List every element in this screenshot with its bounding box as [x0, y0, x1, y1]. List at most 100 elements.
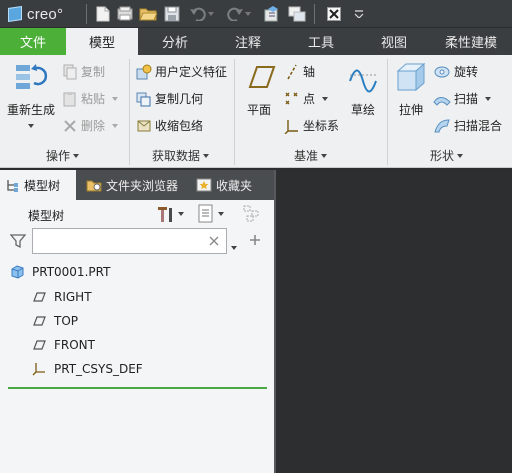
regenerate-dropdown-icon[interactable] [28, 124, 34, 128]
shapes-group-text: 形状 [430, 149, 455, 163]
tree-item-label: PRT0001.PRT [32, 265, 111, 279]
clear-search-icon[interactable] [209, 235, 219, 249]
shapes-group-label[interactable]: 形状 [430, 147, 464, 164]
datum-group-dropdown-icon [321, 153, 328, 158]
axis-label: 轴 [303, 65, 316, 79]
udf-icon [136, 64, 152, 79]
new-file-icon[interactable] [94, 5, 112, 23]
coordinate-system-icon [284, 119, 298, 134]
undo-dropdown-icon[interactable] [206, 5, 216, 23]
graphics-area[interactable] [276, 170, 512, 473]
plane-icon [248, 66, 276, 88]
operations-group-dropdown-icon [73, 153, 80, 158]
paste-label: 粘贴 [81, 92, 106, 106]
sweep-button[interactable]: 扫描 [433, 90, 492, 107]
swept-blend-button[interactable]: 扫描混合 [433, 117, 502, 134]
tree-search-input[interactable] [37, 232, 205, 250]
tree-item-front[interactable]: FRONT [32, 335, 95, 355]
save-icon[interactable] [163, 5, 181, 23]
plane-button[interactable]: 平面 [240, 63, 278, 118]
copy-button[interactable]: 复制 [62, 63, 105, 80]
udf-button[interactable]: 用户定义特征 [136, 63, 227, 80]
swept-blend-label: 扫描混合 [454, 119, 503, 133]
copy-geometry-button[interactable]: 复制几何 [136, 90, 203, 107]
datum-group-label[interactable]: 基准 [294, 147, 328, 164]
delete-dropdown-icon[interactable] [112, 123, 119, 128]
shrinkwrap-icon [137, 120, 151, 131]
point-dropdown-icon[interactable] [322, 96, 329, 101]
tree-filter-settings-icon[interactable] [243, 205, 263, 226]
revolve-button[interactable]: 旋转 [433, 63, 478, 80]
sweep-icon [433, 96, 451, 106]
tab-tools[interactable]: 工具 [284, 28, 358, 55]
tab-view[interactable]: 视图 [358, 28, 430, 55]
redo-dropdown-icon[interactable] [243, 5, 253, 23]
tab-flexible-modeling[interactable]: 柔性建模 [430, 28, 512, 55]
tree-settings-button[interactable] [155, 204, 184, 224]
filter-icon[interactable] [9, 233, 27, 252]
axis-button[interactable]: 轴 [284, 63, 315, 80]
ribbon-tab-bar: 文件 模型 分析 注释 工具 视图 柔性建模 [0, 28, 512, 55]
customize-dropdown-icon[interactable] [352, 5, 366, 23]
show-columns-button[interactable] [197, 204, 224, 224]
delete-button[interactable]: 删除 [62, 117, 119, 134]
navigator-tab-bar: 模型树 文件夹浏览器 收藏夹 [0, 170, 275, 200]
extrude-button[interactable]: 拉伸 [393, 61, 429, 118]
paste-button[interactable]: 粘贴 [62, 90, 119, 107]
toolbar-separator [314, 4, 315, 24]
regenerate-icon [16, 64, 48, 89]
show-columns-dropdown-icon [218, 212, 224, 216]
delete-icon [64, 119, 76, 132]
tools-icon [158, 207, 172, 222]
tab-model-tree[interactable]: 模型树 [0, 170, 76, 200]
sweep-dropdown-icon[interactable] [485, 96, 492, 101]
tree-item-csys[interactable]: PRT_CSYS_DEF [32, 359, 143, 379]
tab-favorites[interactable]: 收藏夹 [190, 170, 262, 200]
tree-item-top[interactable]: TOP [32, 311, 78, 331]
regenerate-icon[interactable] [263, 5, 281, 23]
tab-file[interactable]: 文件 [0, 28, 66, 55]
shrinkwrap-label: 收缩包络 [155, 119, 204, 133]
model-tree-icon [7, 180, 18, 192]
plane-label: 平面 [246, 103, 271, 117]
columns-icon [198, 204, 213, 223]
revolve-label: 旋转 [454, 65, 479, 79]
add-filter-icon[interactable] [249, 234, 261, 249]
group-separator [129, 59, 130, 165]
point-label: 点 [303, 92, 316, 106]
operations-group-label[interactable]: 操作 [46, 147, 80, 164]
tab-folder-browser[interactable]: 文件夹浏览器 [80, 170, 190, 200]
insert-here-line[interactable] [8, 387, 267, 389]
tab-folder-browser-label: 文件夹浏览器 [106, 178, 179, 193]
datum-group-text: 基准 [294, 149, 319, 163]
csys-button[interactable]: 坐标系 [284, 117, 339, 134]
extrude-label: 拉伸 [398, 103, 423, 117]
open-icon[interactable] [116, 5, 134, 23]
get-data-group-label[interactable]: 获取数据 [152, 147, 210, 164]
part-icon [11, 265, 24, 279]
group-separator [387, 59, 388, 165]
tab-model-tree-label: 模型树 [24, 178, 61, 193]
tree-item-part[interactable]: PRT0001.PRT [10, 262, 110, 282]
point-icon [285, 92, 298, 104]
windows-icon[interactable] [288, 5, 306, 23]
tree-settings-dropdown-icon [178, 212, 184, 216]
creo-logo: creo° [8, 5, 63, 23]
paste-dropdown-icon[interactable] [112, 96, 119, 101]
shapes-group-dropdown-icon [457, 153, 464, 158]
tree-item-right[interactable]: RIGHT [32, 287, 92, 307]
open-folder-icon[interactable] [139, 5, 157, 23]
shrinkwrap-button[interactable]: 收缩包络 [136, 117, 203, 134]
search-dropdown-icon[interactable] [231, 239, 237, 253]
tab-annotate[interactable]: 注释 [212, 28, 284, 55]
redo-icon[interactable] [226, 5, 244, 23]
undo-icon[interactable] [189, 5, 207, 23]
close-window-icon[interactable] [325, 5, 343, 23]
udf-label: 用户定义特征 [155, 65, 228, 79]
point-button[interactable]: 点 [284, 90, 329, 107]
regenerate-button[interactable]: 重新生成 [6, 61, 56, 128]
sketch-button[interactable]: 草绘 [346, 63, 380, 118]
regenerate-label: 重新生成 [6, 103, 55, 117]
tab-model[interactable]: 模型 [66, 28, 138, 55]
tab-analysis[interactable]: 分析 [138, 28, 212, 55]
